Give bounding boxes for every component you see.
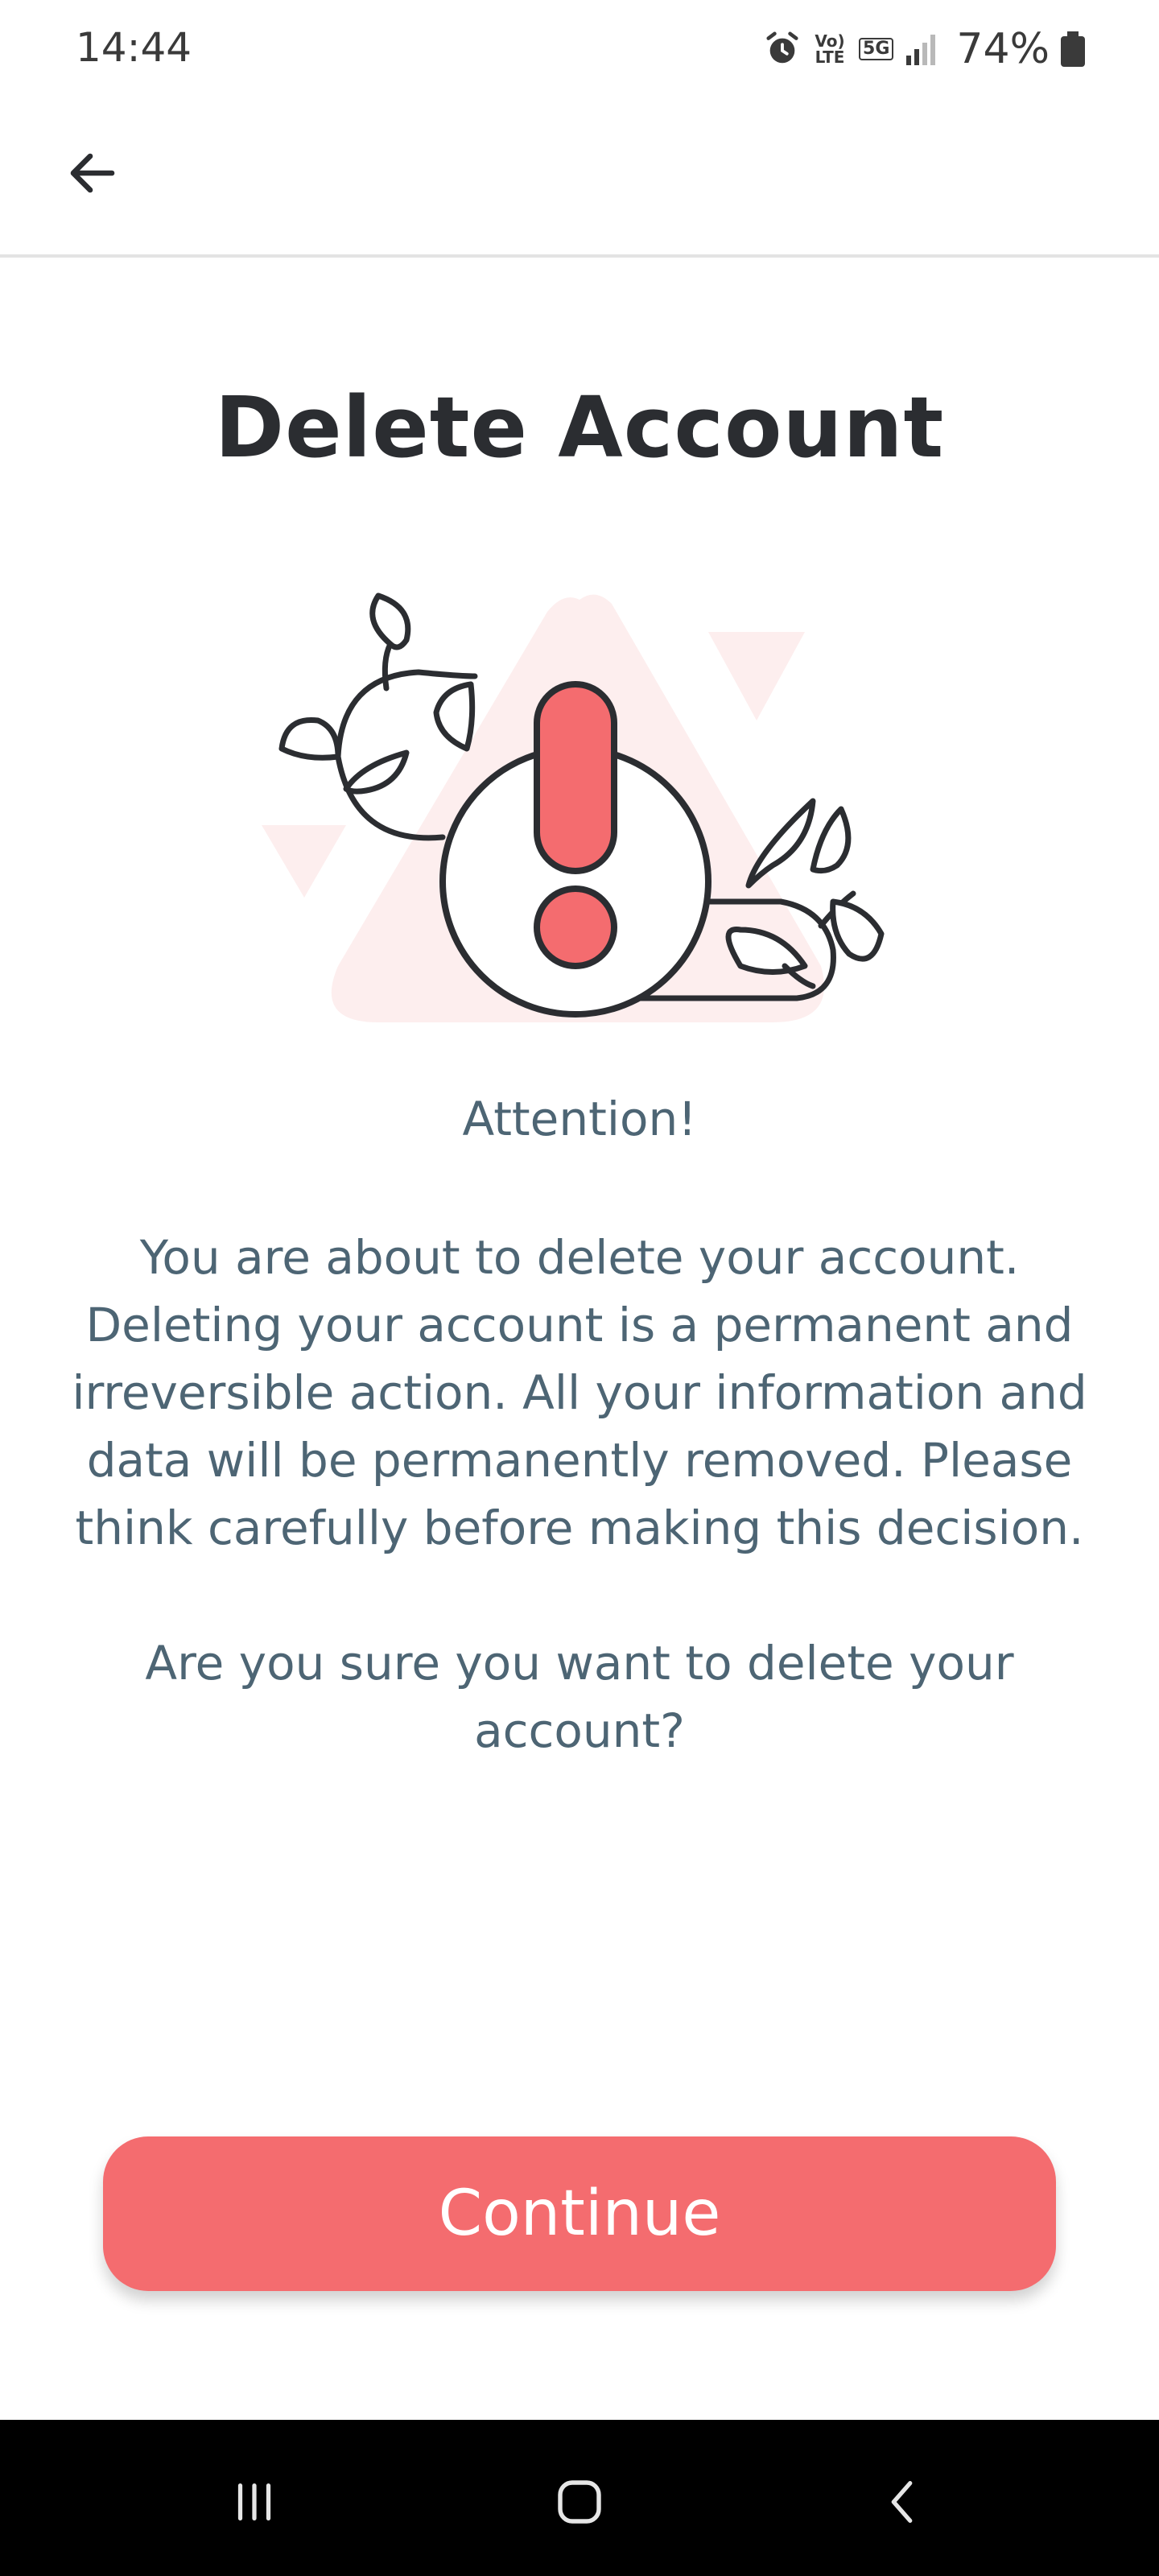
volte-icon: Vo) LTE bbox=[815, 31, 845, 67]
signal-icon bbox=[905, 33, 940, 65]
home-button[interactable] bbox=[531, 2462, 628, 2542]
page-title: Delete Account bbox=[214, 378, 945, 477]
alarm-icon bbox=[764, 31, 801, 68]
leaf bbox=[830, 898, 885, 962]
5g-icon: 5G bbox=[859, 38, 894, 60]
leaf bbox=[433, 681, 476, 752]
leaf bbox=[810, 806, 852, 874]
warning-illustration bbox=[262, 592, 885, 1022]
warning-message: You are about to delete your account. De… bbox=[72, 1230, 1087, 1555]
home-icon bbox=[558, 2480, 601, 2524]
confirmation-question: Are you sure you want to delete your acc… bbox=[145, 1636, 1014, 1758]
recent-apps-button[interactable] bbox=[206, 2462, 303, 2542]
exclamation-bar bbox=[534, 681, 617, 874]
leaf bbox=[343, 749, 410, 795]
battery-percent: 74% bbox=[956, 25, 1050, 73]
status-bar: 14:44 Vo) LTE 5G 74% bbox=[0, 0, 1159, 97]
status-time: 14:44 bbox=[76, 24, 192, 71]
back-icon bbox=[891, 2481, 913, 2523]
nav-back-button[interactable] bbox=[855, 2462, 951, 2542]
battery-icon bbox=[1061, 31, 1085, 67]
leaf bbox=[745, 798, 816, 889]
system-nav-bar bbox=[0, 2420, 1159, 2576]
recent-apps-icon bbox=[237, 2483, 271, 2521]
exclamation-dot bbox=[534, 886, 617, 969]
app-bar bbox=[0, 97, 1159, 258]
attention-heading: Attention! bbox=[462, 1092, 697, 1146]
leaf bbox=[278, 716, 341, 761]
status-icons: Vo) LTE 5G 74% bbox=[764, 21, 1085, 77]
back-button[interactable] bbox=[48, 129, 137, 217]
small-triangle-right bbox=[708, 632, 805, 720]
arrow-left-icon bbox=[70, 153, 115, 193]
small-triangle-left bbox=[262, 825, 346, 898]
leaf bbox=[369, 592, 411, 650]
continue-button[interactable]: Continue bbox=[103, 2136, 1056, 2291]
